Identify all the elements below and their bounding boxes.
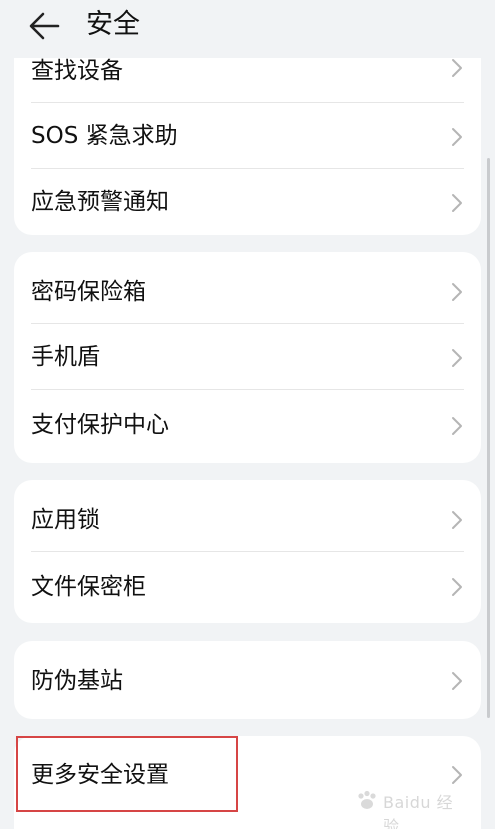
list-item-password-vault[interactable]: 密码保险箱 — [14, 252, 481, 324]
list-item-emergency-alerts[interactable]: 应急预警通知 — [14, 169, 481, 235]
paw-icon — [358, 790, 376, 809]
list-item-label: 密码保险箱 — [31, 279, 146, 305]
group-protection: 密码保险箱 手机盾 支付保护中心 — [14, 252, 481, 463]
chevron-right-icon — [452, 349, 462, 367]
chevron-right-icon — [452, 194, 462, 212]
chevron-right-icon — [452, 766, 462, 784]
list-item-file-safe[interactable]: 文件保密柜 — [14, 552, 481, 623]
settings-list[interactable]: 查找设备 SOS 紧急求助 应急预警通知 密码保险箱 手机盾 支付保护中心 应用… — [0, 0, 495, 829]
chevron-right-icon — [452, 128, 462, 146]
group-privacy: 应用锁 文件保密柜 — [14, 480, 481, 623]
list-item-label: 文件保密柜 — [31, 574, 146, 600]
scrollbar[interactable] — [487, 158, 490, 718]
page-title: 安全 — [86, 9, 140, 40]
back-button[interactable] — [28, 8, 68, 44]
chevron-right-icon — [452, 672, 462, 690]
chevron-right-icon — [452, 511, 462, 529]
list-item-label: 防伪基站 — [31, 668, 123, 694]
arrow-left-icon — [29, 12, 60, 40]
list-item-label: SOS 紧急求助 — [31, 123, 178, 149]
list-item-label: 支付保护中心 — [31, 412, 169, 438]
list-item-label: 更多安全设置 — [31, 762, 169, 788]
chevron-right-icon — [452, 417, 462, 435]
watermark-text: Baidu 经验 — [383, 793, 454, 829]
chevron-right-icon — [452, 578, 462, 596]
list-item-label: 手机盾 — [31, 344, 100, 370]
list-item-sos[interactable]: SOS 紧急求助 — [14, 103, 481, 169]
list-item-label: 应用锁 — [31, 507, 100, 533]
list-item-anti-fake-base-station[interactable]: 防伪基站 — [14, 641, 481, 719]
chevron-right-icon — [452, 59, 462, 77]
chevron-right-icon — [452, 283, 462, 301]
list-item-phone-shield[interactable]: 手机盾 — [14, 324, 481, 390]
list-item-payment-protection[interactable]: 支付保护中心 — [14, 390, 481, 463]
baidu-watermark: Baidu 经验 — [355, 787, 467, 829]
list-item-label: 应急预警通知 — [31, 189, 169, 215]
group-anti-fake: 防伪基站 — [14, 641, 481, 719]
list-item-app-lock[interactable]: 应用锁 — [14, 480, 481, 552]
group-emergency: 查找设备 SOS 紧急求助 应急预警通知 — [14, 40, 481, 235]
screen: 查找设备 SOS 紧急求助 应急预警通知 密码保险箱 手机盾 支付保护中心 应用… — [0, 0, 495, 829]
top-bar: 安全 — [0, 0, 495, 58]
